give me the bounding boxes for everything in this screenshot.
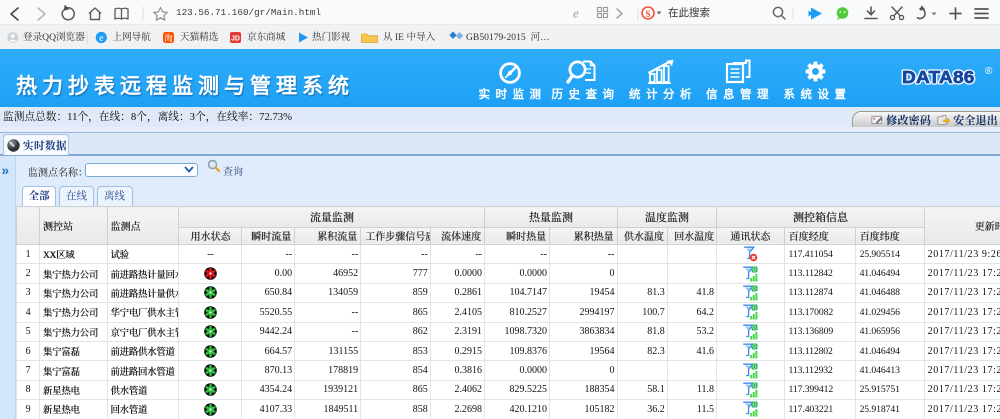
svg-text:S: S — [645, 10, 650, 20]
svg-text:G: G — [753, 267, 757, 273]
svg-text:DATA86: DATA86 — [902, 67, 975, 87]
svg-text:JD: JD — [231, 36, 240, 43]
svg-text:G: G — [753, 286, 757, 292]
svg-text:G: G — [753, 325, 757, 331]
svg-text:G: G — [753, 345, 757, 351]
svg-text:e: e — [573, 6, 579, 21]
svg-text:G: G — [753, 383, 757, 389]
svg-text:G: G — [753, 403, 757, 409]
svg-text:G: G — [753, 306, 757, 312]
svg-text:G: G — [753, 364, 757, 370]
svg-text:淘: 淘 — [164, 33, 173, 43]
svg-text:e: e — [99, 33, 104, 44]
svg-text:®: ® — [985, 66, 993, 77]
